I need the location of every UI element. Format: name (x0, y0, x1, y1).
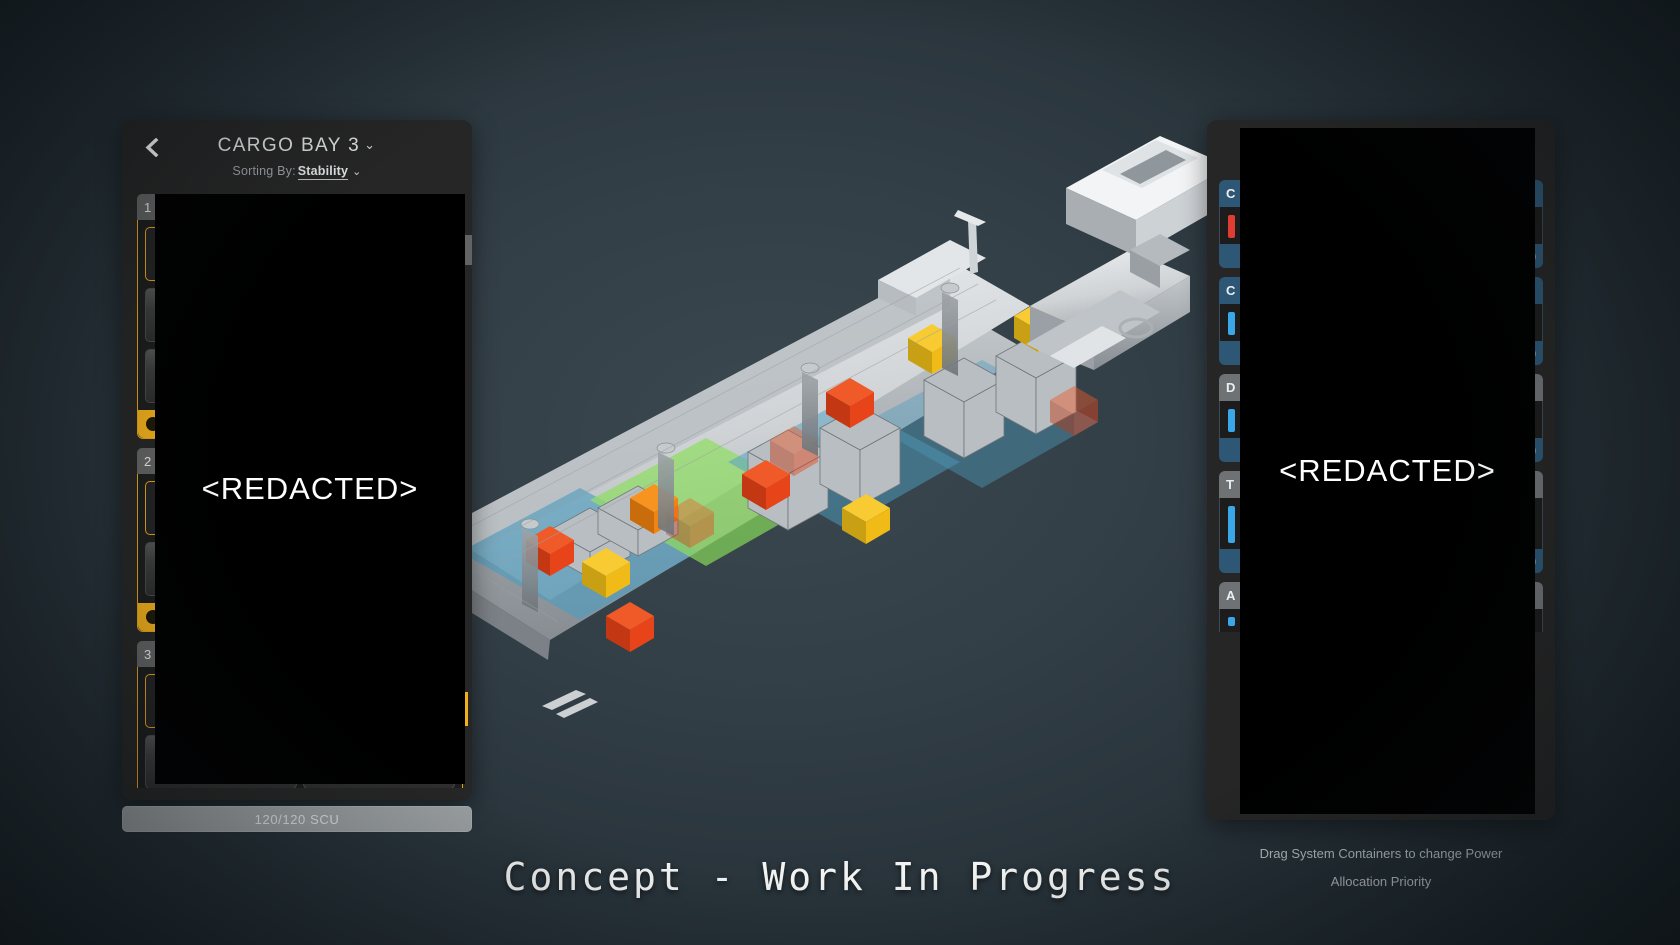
power-meter-bar (1228, 617, 1235, 626)
sorting-chevron-down-icon: ⌄ (352, 166, 362, 178)
cargo-bay-title-text: CARGO BAY 3 (217, 135, 361, 156)
redaction-label: <REDACTED> (1279, 453, 1496, 488)
sorting-label: Sorting By: (232, 164, 296, 178)
page-title[interactable]: CARGO BAY 3 ⌄ (122, 120, 472, 157)
screenshot-root: CARGO BAY 3⌄ Sorting By:Stability⌄ 1 (0, 0, 1680, 945)
power-meter-bar (1228, 409, 1235, 432)
power-meter-bar (1228, 506, 1235, 543)
cargo-capacity-label: 120/120 SCU (254, 811, 340, 827)
redaction-overlay-right: <REDACTED> (1240, 128, 1535, 814)
work-in-progress-caption: Concept - Work In Progress (503, 855, 1177, 899)
back-button[interactable] (136, 132, 166, 162)
power-card-title: C (1226, 186, 1236, 201)
redaction-overlay-left: <REDACTED> (155, 194, 465, 784)
power-card-title: T (1226, 477, 1235, 492)
power-meter-bar (1228, 215, 1235, 238)
sorting-value[interactable]: Stability (297, 164, 349, 180)
power-card-title: D (1226, 380, 1236, 395)
power-meter-bar (1228, 312, 1235, 335)
ship-3d-render (430, 100, 1250, 720)
power-card-title: C (1226, 283, 1236, 298)
chevron-left-icon (145, 137, 158, 157)
power-card-title: A (1226, 588, 1236, 603)
cargo-capacity-bar: 120/120 SCU (122, 806, 472, 832)
redaction-label: <REDACTED> (201, 471, 419, 506)
chevron-down-icon: ⌄ (364, 137, 377, 152)
sorting-row: Sorting By: Stability ⌄ (122, 164, 472, 180)
